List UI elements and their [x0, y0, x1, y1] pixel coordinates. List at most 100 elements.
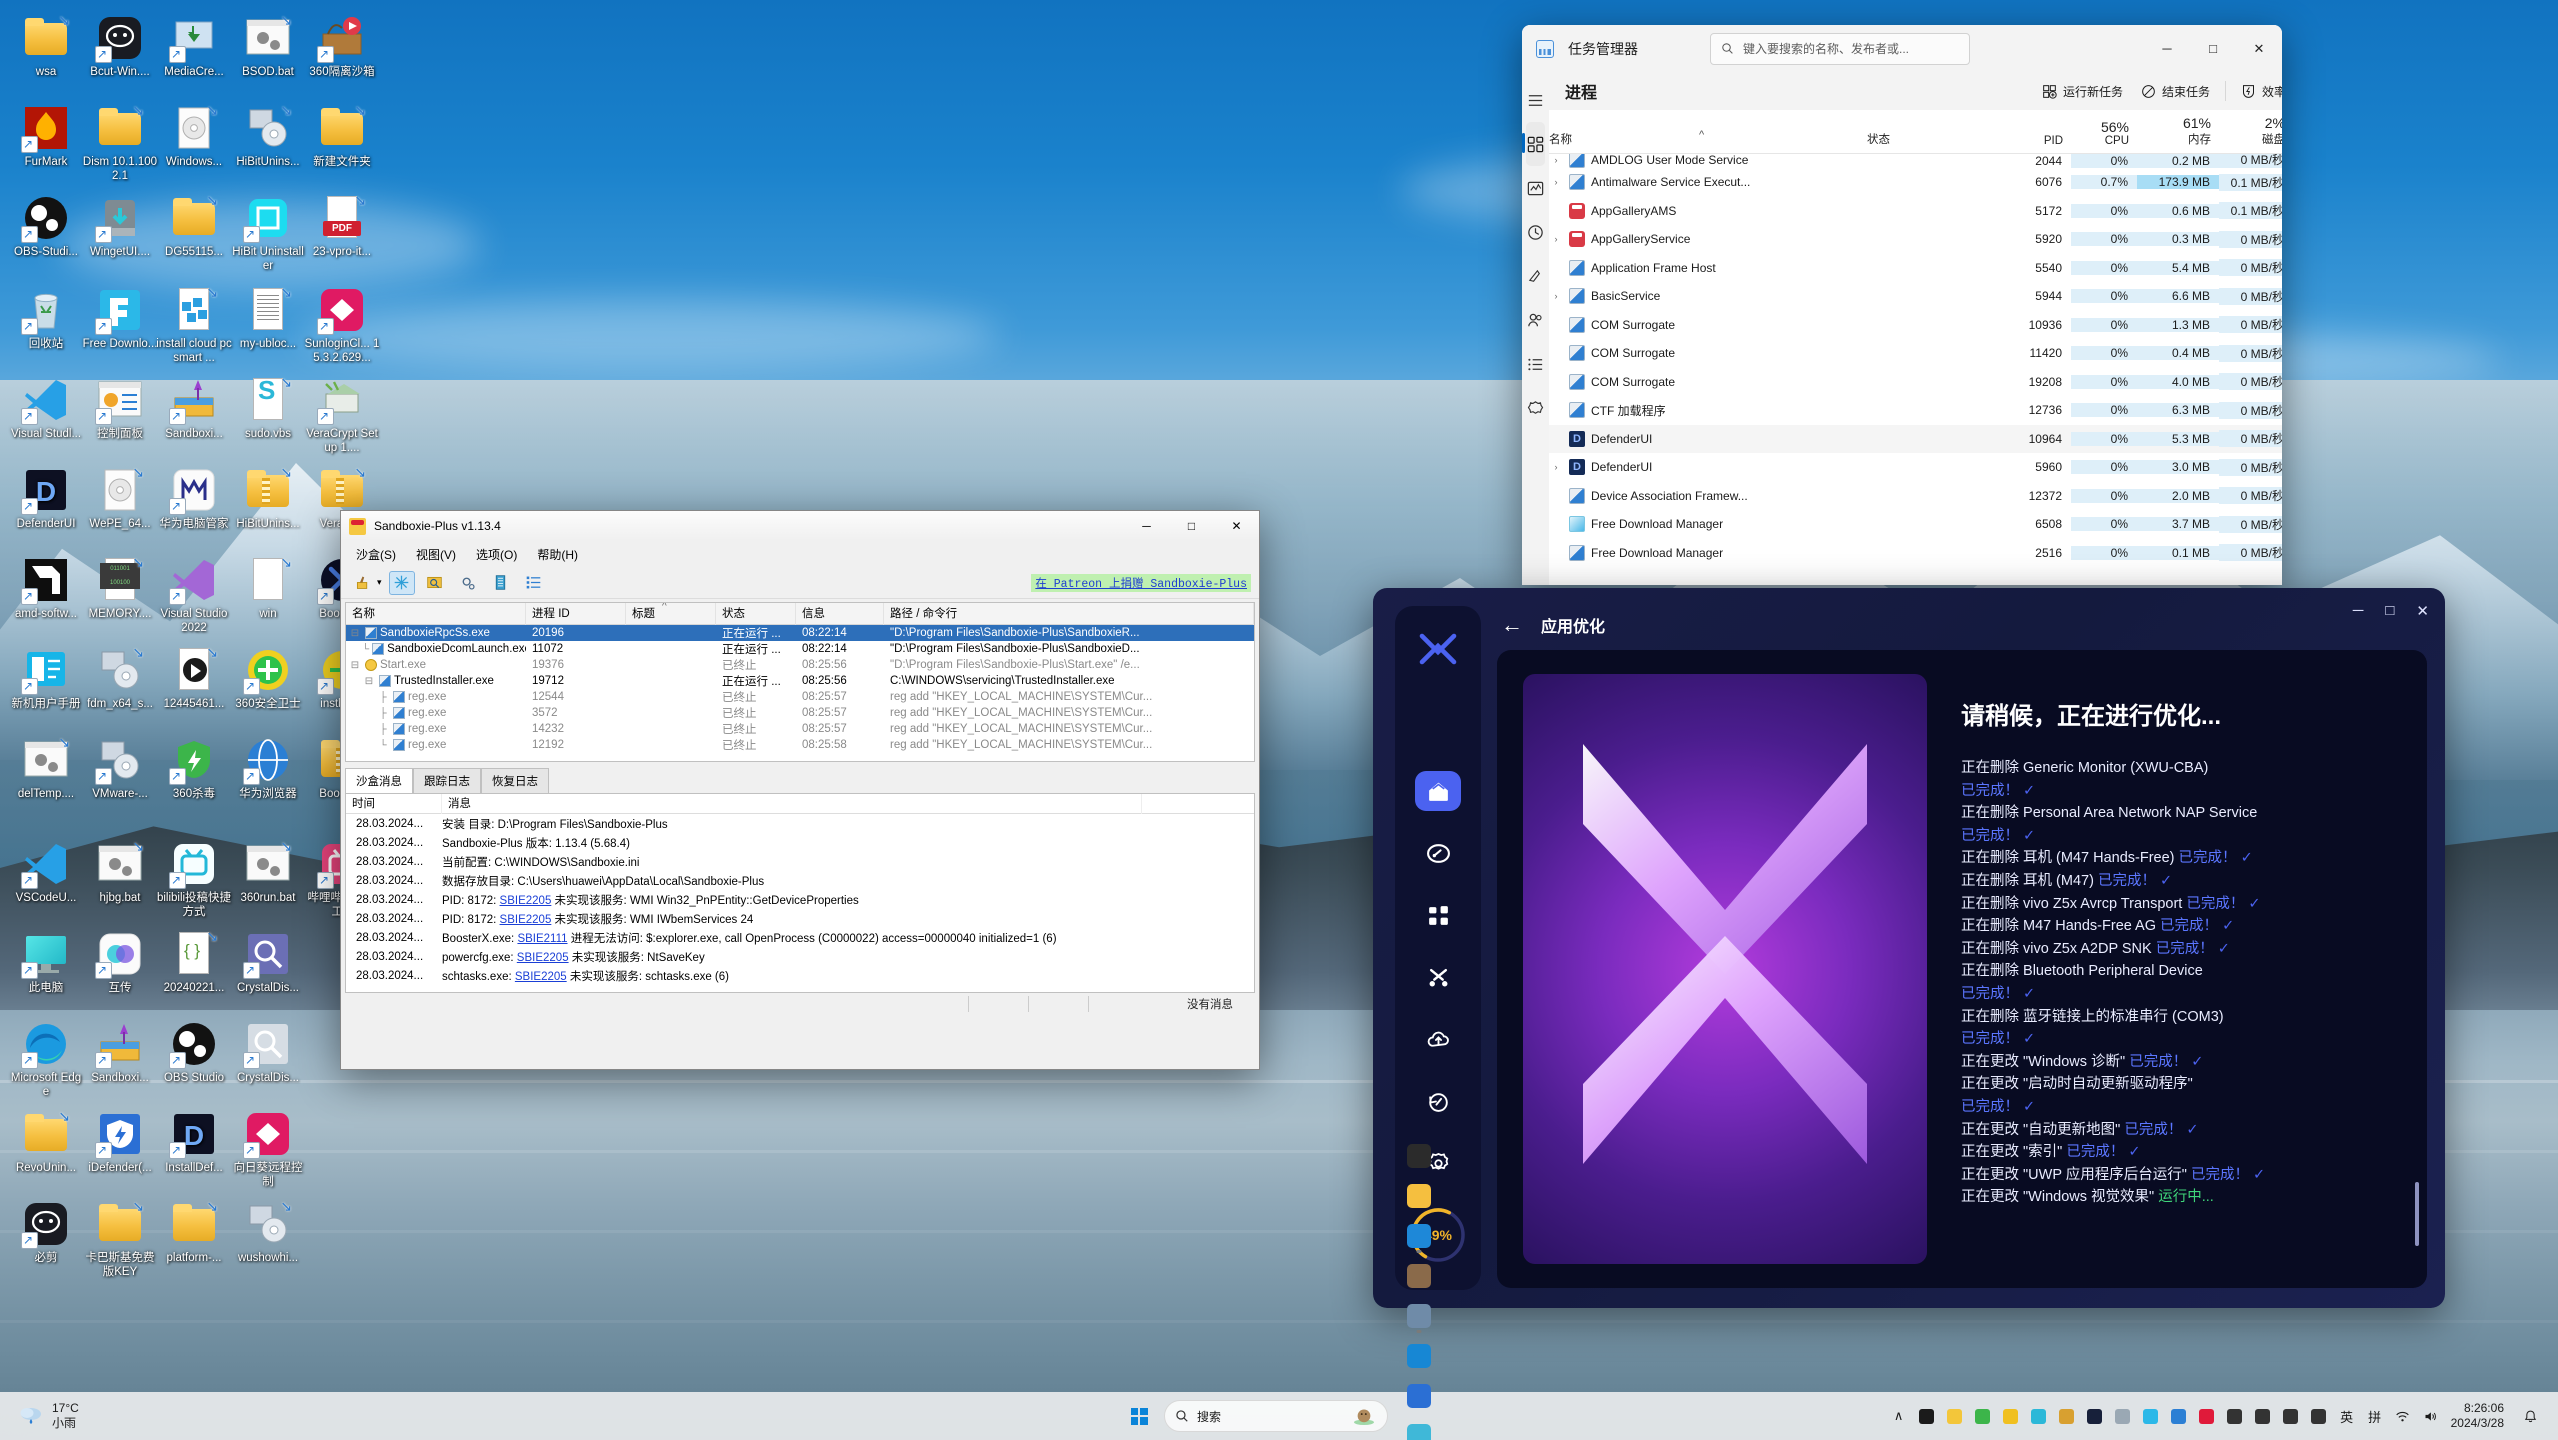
tree-toggle-icon[interactable]: ├ [376, 708, 390, 719]
desktop-icon-5[interactable]: ↗ FurMark [8, 104, 84, 170]
table-row[interactable]: COM Surrogate114200%0.4 MB0 MB/秒0 Mbps [1549, 339, 2282, 368]
desktop-icon-1[interactable]: ↗ Bcut-Win.... [82, 14, 158, 80]
column-header-status[interactable]: 状态 [1867, 131, 1997, 153]
column-header-disk[interactable]: 2% 磁盘 [2219, 115, 2282, 153]
chevron-up-icon[interactable]: ∧ [1885, 1401, 1913, 1431]
desktop-icon-62[interactable]: ↗ 必剪 [8, 1200, 84, 1266]
desktop-icon-50[interactable]: ↗ 此电脑 [8, 930, 84, 996]
desktop-icon-17[interactable]: ↘ install cloud pc smart ... [156, 285, 232, 365]
snowflake-icon[interactable] [388, 570, 415, 595]
desktop-icon-16[interactable]: ↗ Free Downlo... [82, 286, 158, 352]
yellow-shield-icon[interactable] [1997, 1401, 2025, 1431]
monitor-icon[interactable] [2249, 1401, 2277, 1431]
desktop-icon-60[interactable]: D ↗ InstallDef... [156, 1110, 232, 1176]
desktop-icon-25[interactable]: D ↗ DefenderUI [8, 466, 84, 532]
tree-toggle-icon[interactable]: ⊟ [348, 660, 362, 671]
restore-icon[interactable] [1415, 1081, 1461, 1121]
sb-log-column-1[interactable]: 消息 [442, 794, 1142, 814]
table-row[interactable]: › Antimalware Service Execut... 6076 0.7% 17… [1549, 168, 2282, 197]
wifi-icon[interactable] [2389, 1401, 2417, 1431]
desktop-icon-3[interactable]: ↘ BSOD.bat [230, 13, 306, 80]
desktop-icon-53[interactable]: ↗ CrystalDis... [230, 930, 306, 996]
table-row[interactable]: Device Association Framew... 12372 0% 2.0 M… [1549, 482, 2282, 511]
desktop-icon-9[interactable]: ↘ 新建文件夹 [304, 103, 380, 170]
sb-column-0[interactable]: 名称 [346, 603, 526, 625]
desktop-icon-32[interactable]: ↗ Visual Studio 2022 [156, 556, 232, 635]
keyboard-icon[interactable] [2305, 1401, 2333, 1431]
ime-lang-pinyin[interactable]: 拼 [2361, 1401, 2389, 1431]
table-row[interactable]: COM Surrogate192080%4.0 MB0 MB/秒0 Mbps [1549, 368, 2282, 397]
minimize-button[interactable]: ─ [1124, 511, 1169, 541]
table-row[interactable]: ›BasicService59440%6.6 MB0 MB/秒0 Mbps [1549, 282, 2282, 311]
sb-column-5[interactable]: 路径 / 命令行 [884, 603, 1254, 625]
chevron-down-icon[interactable]: ▾ [377, 577, 382, 588]
sb-column-4[interactable]: 信息 [796, 603, 884, 625]
desktop-icon-61[interactable]: ↗ 向日葵远程控制 [230, 1110, 306, 1189]
desktop-icon-42[interactable]: ↗ 360杀毒 [156, 736, 232, 802]
tree-toggle-icon[interactable]: ⊟ [362, 676, 376, 687]
cleanup-icon[interactable] [349, 571, 375, 595]
desktop-icon-27[interactable]: ↗ 华为电脑管家 [156, 466, 232, 532]
desktop-icon-37[interactable]: ↘ 12445461... [156, 645, 232, 712]
desktop-icon-63[interactable]: ↘ 卡巴斯基免费版KEY [82, 1199, 158, 1279]
desktop-icon-13[interactable]: ↗ HiBit Uninstaller [230, 194, 306, 273]
desktop-icon-57[interactable]: ↗ CrystalDis... [230, 1020, 306, 1086]
grid-icon[interactable] [1415, 895, 1461, 935]
sandboxie-process-row[interactable]: ⊟ TrustedInstaller.exe 19712 正在运行 ... 08:25:… [346, 673, 1254, 689]
sandboxie-process-row[interactable]: ⊟ Start.exe 19376 已终止 08:25:56 "D:\Program Fi… [346, 657, 1254, 673]
sandboxie-process-row[interactable]: └ reg.exe 12192 已终止 08:25:58 reg add "HKEY_LO… [346, 737, 1254, 753]
fdm-tray-icon[interactable] [2137, 1401, 2165, 1431]
chevron-right-icon[interactable]: › [1549, 462, 1563, 472]
desktop-icon-15[interactable]: ↗ 回收站 [8, 286, 84, 352]
desktop-icon-23[interactable]: S ↘ sudo.vbs [230, 375, 306, 442]
gauge-icon[interactable] [1415, 833, 1461, 873]
column-header-cpu[interactable]: 56% CPU [2071, 119, 2137, 153]
table-row[interactable]: DDefenderUI109640%5.3 MB0 MB/秒0 Mbps [1549, 424, 2282, 453]
boosterx-window[interactable]: 49% ← 应用优化 ─ □ ✕ 请稍候，正在进行优化... 正在删除 Gene… [1373, 588, 2445, 1308]
column-header-pid[interactable]: PID [1997, 135, 2071, 153]
sandboxie-menu-1[interactable]: 视图(V) [407, 543, 465, 566]
desktop-icon-12[interactable]: ↘ DG55115... [156, 193, 232, 260]
table-row[interactable]: ›DDefenderUI59600%3.0 MB0 MB/秒0 Mbps [1549, 453, 2282, 482]
sidebar-item-app-history[interactable] [1522, 210, 1549, 254]
tray-icons[interactable]: ∧ [1885, 1401, 2333, 1431]
desktop-icon-8[interactable]: ↘ HiBitUnins... [230, 103, 306, 170]
cup-icon[interactable] [2025, 1401, 2053, 1431]
start-button[interactable] [1119, 1396, 1159, 1436]
sandboxie-tab-2[interactable]: 恢复日志 [481, 768, 549, 793]
box-browse-icon[interactable] [422, 571, 448, 595]
settings-gear-icon[interactable] [455, 571, 481, 595]
desktop-icon-35[interactable]: ↗ 新机用户手册 [8, 646, 84, 712]
process-table-body[interactable]: › AMDLOG User Mode Service 2044 0% 0.2 MB 0 M… [1549, 154, 2282, 585]
log-error-code-link[interactable]: SBIE2205 [515, 971, 567, 983]
taskbar-search-box[interactable]: 搜索 [1164, 1400, 1388, 1432]
sidebar-item-processes[interactable] [1522, 122, 1545, 166]
taskbar-pinned-apps[interactable] [1399, 1136, 1439, 1440]
chevron-right-icon[interactable]: › [1549, 291, 1563, 301]
sandboxie-tab-1[interactable]: 跟踪日志 [413, 768, 481, 793]
desktop-icon-48[interactable]: ↘ 360run.bat [230, 839, 306, 906]
security-shield-icon[interactable] [2165, 1401, 2193, 1431]
desktop-icon-43[interactable]: ↗ 华为浏览器 [230, 736, 306, 802]
column-header-mem[interactable]: 61% 内存 [2137, 115, 2219, 153]
windows-taskbar[interactable]: 17°C 小雨 搜索 ∧ 英 拼 8:26:06 2024/3/28 [0, 1144, 2558, 1440]
cloud-upload-icon[interactable] [1415, 1019, 1461, 1059]
sandboxie-log-panel[interactable]: 时间 消息 28.03.2024... 安装 目录: D:\Program File… [345, 793, 1255, 993]
sandboxie-process-row[interactable]: ├ reg.exe 14232 已终止 08:25:57 reg add "HKEY_LO… [346, 721, 1254, 737]
sandboxie-window[interactable]: Sandboxie-Plus v1.13.4 ─ □ ✕ 沙盒(S) 视图(V) 选… [340, 510, 1260, 1070]
table-row[interactable]: COM Surrogate109360%1.3 MB0 MB/秒0 Mbps [1549, 311, 2282, 340]
sandboxie-toolbar[interactable]: ▾ 在 Patreon 上捐赠 Sandboxie-Plus [341, 567, 1259, 599]
table-row[interactable]: Free Download Manager25160%0.1 MB0 MB/秒0… [1549, 539, 2282, 568]
list-view-icon[interactable] [521, 571, 547, 595]
sandboxie-process-row[interactable]: └ SandboxieDcomLaunch.exe 11072 正在运行 ... 08:… [346, 641, 1254, 657]
copilot-mascot-icon[interactable] [1351, 1405, 1377, 1428]
desktop-icon-59[interactable]: ↗ iDefender(... [82, 1110, 158, 1176]
desktop-icon-0[interactable]: ↘ wsa [8, 13, 84, 80]
log-error-code-link[interactable]: SBIE2205 [517, 952, 569, 964]
back-button[interactable]: ← [1501, 612, 1523, 638]
gauge-app-icon[interactable] [1399, 1336, 1439, 1376]
desktop-icon-55[interactable]: ↗ Sandboxi... [82, 1020, 158, 1086]
desktop-icon-54[interactable]: ↗ Microsoft Edge [8, 1020, 84, 1099]
optimization-log-scrollbar[interactable] [2415, 1182, 2419, 1246]
sidebar-item-performance[interactable] [1522, 166, 1549, 210]
